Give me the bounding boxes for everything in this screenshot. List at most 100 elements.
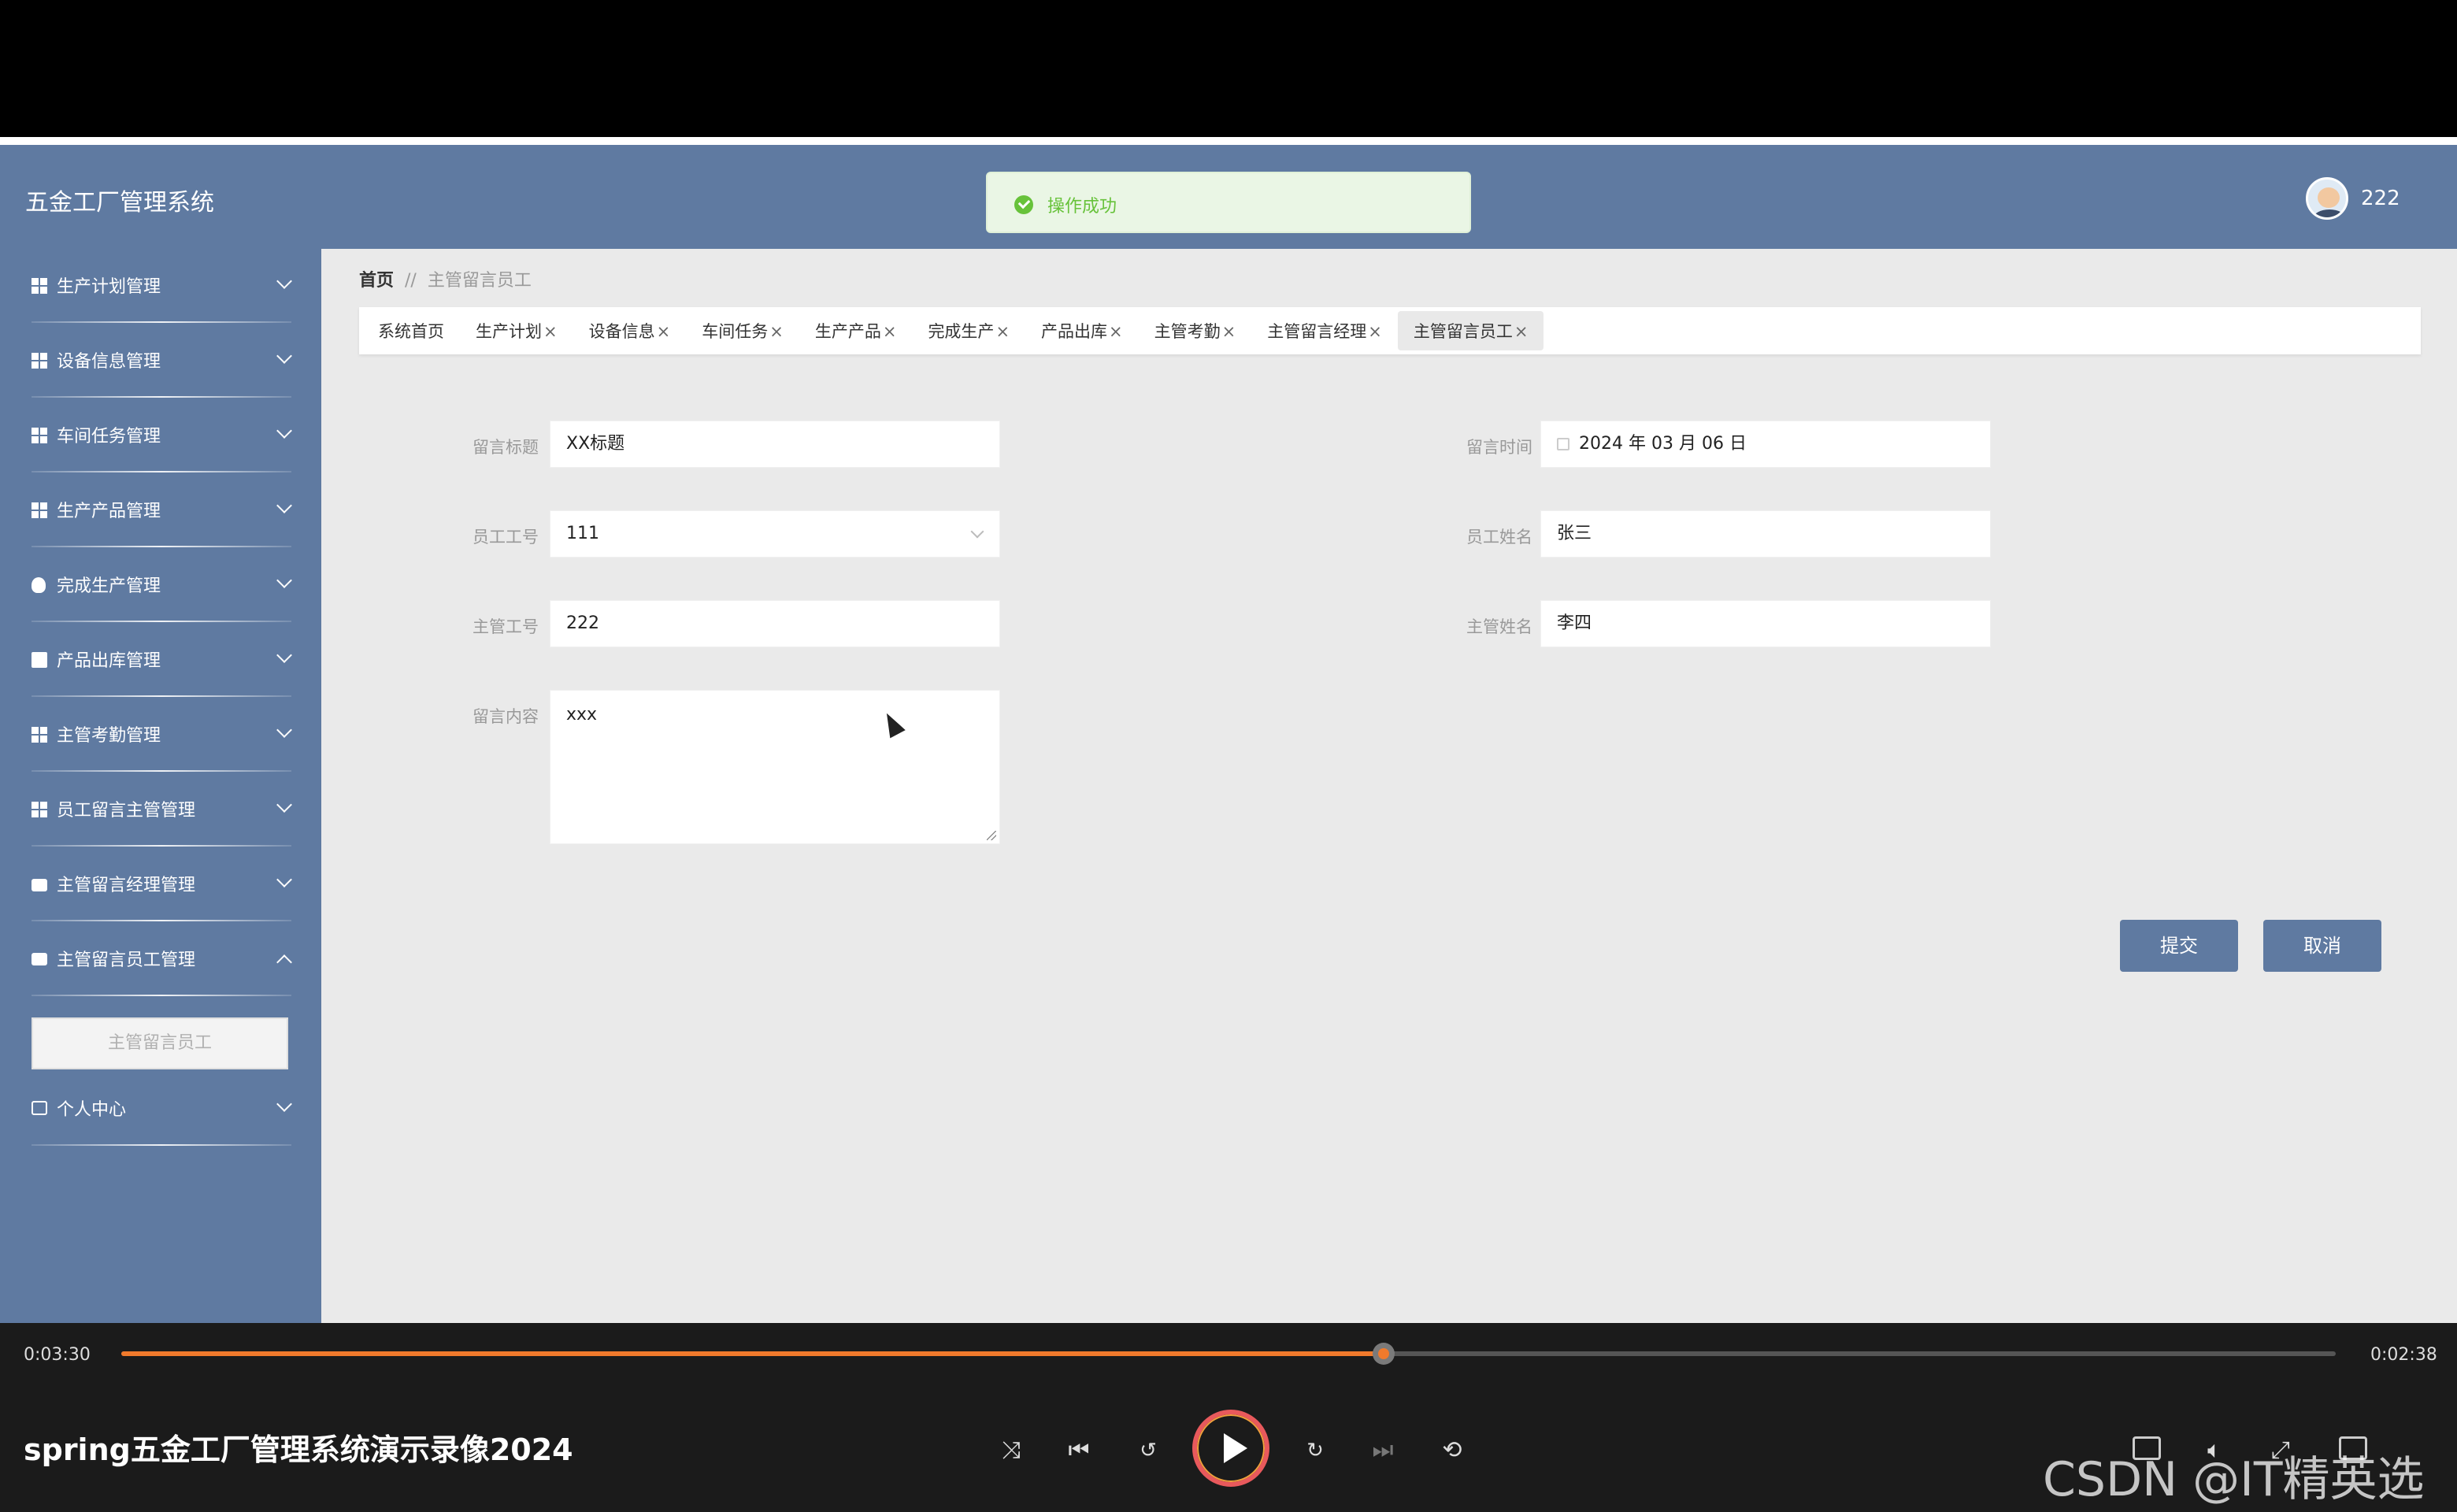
chevron-down-icon	[970, 524, 984, 539]
submenu-item-supervisor-messages[interactable]: 主管留言员工	[32, 1017, 288, 1069]
tab-label: 主管考勤	[1154, 322, 1221, 341]
tab-label: 主管留言员工	[1413, 322, 1513, 341]
check-circle-icon	[1014, 195, 1033, 214]
tab-completed-production[interactable]: 完成生产×	[928, 319, 1010, 343]
rewind-10-icon[interactable]: ↺	[1132, 1435, 1164, 1466]
shuffle-icon[interactable]: ⤨	[995, 1435, 1027, 1466]
avatar[interactable]	[2306, 177, 2348, 220]
close-icon[interactable]: ×	[1222, 322, 1236, 341]
sidebar-item-supervisor-messages[interactable]: 主管留言员工管理	[0, 922, 321, 996]
toast-message: 操作成功	[1047, 197, 1117, 217]
content-value: xxx	[566, 705, 598, 724]
close-icon[interactable]: ×	[543, 322, 558, 341]
sidebar-item-workshop-tasks[interactable]: 车间任务管理	[0, 398, 321, 472]
breadcrumb-home[interactable]: 首页	[359, 271, 394, 291]
close-icon[interactable]: ×	[657, 322, 671, 341]
close-icon[interactable]: ×	[769, 322, 784, 341]
sidebar-item-attendance[interactable]: 主管考勤管理	[0, 698, 321, 772]
cancel-button[interactable]: 取消	[2263, 920, 2381, 972]
divider	[32, 621, 291, 622]
close-icon[interactable]: ×	[995, 322, 1010, 341]
content-textarea[interactable]: xxx	[550, 690, 1000, 844]
divider	[32, 471, 291, 472]
tab-products[interactable]: 生产产品×	[815, 319, 897, 343]
video-player-controls: 0:03:30 0:02:38 spring五金工厂管理系统演示录像2024 ⤨…	[0, 1323, 2457, 1512]
tab-attendance[interactable]: 主管考勤×	[1154, 319, 1236, 343]
sidebar-item-employee-messages[interactable]: 员工留言主管管理	[0, 773, 321, 847]
sidebar-item-completed-production[interactable]: 完成生产管理	[0, 548, 321, 622]
elapsed-time: 0:03:30	[24, 1345, 91, 1365]
grid-icon	[32, 428, 47, 443]
divider	[32, 995, 291, 996]
video-title: spring五金工厂管理系统演示录像2024	[24, 1432, 573, 1467]
tab-equipment[interactable]: 设备信息×	[589, 319, 671, 343]
chevron-down-icon	[276, 498, 292, 513]
close-icon[interactable]: ×	[1514, 322, 1529, 341]
tab-supervisor-messages[interactable]: 主管留言员工×	[1397, 311, 1544, 350]
sidebar-item-products[interactable]: 生产产品管理	[0, 473, 321, 547]
progress-bar[interactable]	[121, 1343, 2336, 1365]
briefcase-icon	[32, 879, 47, 891]
next-icon[interactable]: ⏭	[1367, 1435, 1399, 1466]
tab-label: 车间任务	[702, 322, 769, 341]
resize-handle[interactable]	[987, 831, 996, 840]
emp-no-select[interactable]: 111	[550, 510, 1000, 558]
sidebar-item-label: 个人中心	[57, 1100, 127, 1120]
previous-icon[interactable]: ⏮	[1063, 1435, 1095, 1466]
title-label: 留言标题	[472, 438, 539, 457]
tab-home[interactable]: 系统首页	[378, 319, 444, 343]
tab-production-plan[interactable]: 生产计划×	[476, 319, 558, 343]
sidebar-item-label: 产品出库管理	[57, 651, 161, 671]
letterbox-top	[0, 0, 2457, 137]
progress-thumb[interactable]	[1372, 1343, 1395, 1365]
time-date-picker[interactable]: 2024 年 03 月 06 日	[1540, 421, 1991, 468]
chevron-down-icon	[276, 872, 292, 888]
divider	[32, 396, 291, 398]
repeat-off-icon[interactable]: ⟲	[1436, 1435, 1468, 1466]
mgr-no-input[interactable]: 222	[550, 600, 1000, 647]
chevron-down-icon	[276, 273, 292, 289]
sidebar-item-outbound[interactable]: 产品出库管理	[0, 623, 321, 697]
chat-icon	[32, 953, 47, 965]
progress-fill	[121, 1351, 1384, 1356]
user-menu[interactable]: 222	[2306, 176, 2400, 220]
breadcrumb-separator: //	[405, 271, 417, 291]
emp-name-input[interactable]: 张三	[1540, 510, 1991, 558]
lightbulb-icon	[32, 577, 46, 593]
sidebar-item-production-plan[interactable]: 生产计划管理	[0, 249, 321, 323]
forward-30-icon[interactable]: ↻	[1299, 1435, 1331, 1466]
tab-manager-messages[interactable]: 主管留言经理×	[1267, 319, 1382, 343]
submit-button[interactable]: 提交	[2120, 920, 2238, 972]
tab-outbound[interactable]: 产品出库×	[1041, 319, 1123, 343]
close-icon[interactable]: ×	[1368, 322, 1382, 341]
sidebar-item-manager-messages[interactable]: 主管留言经理管理	[0, 847, 321, 921]
tab-label: 系统首页	[378, 322, 444, 341]
tab-label: 生产计划	[476, 322, 542, 341]
app-root: 五金工厂管理系统 操作成功 222 生产计划管理 设备信息管理 车间任务管理 生…	[0, 0, 2457, 1512]
title-input[interactable]: XX标题	[550, 421, 1000, 468]
close-icon[interactable]: ×	[883, 322, 897, 341]
chevron-down-icon	[276, 423, 292, 439]
sidebar-item-label: 生产计划管理	[57, 277, 161, 297]
sidebar-item-profile[interactable]: 个人中心	[0, 1072, 321, 1146]
play-button[interactable]	[1192, 1410, 1269, 1487]
emp-no-value: 111	[566, 524, 599, 543]
grid-icon	[32, 502, 47, 518]
mgr-name-input[interactable]: 李四	[1540, 600, 1991, 647]
divider	[32, 546, 291, 547]
divider	[32, 845, 291, 847]
tab-workshop-tasks[interactable]: 车间任务×	[702, 319, 784, 343]
tab-label: 生产产品	[814, 322, 881, 341]
username[interactable]: 222	[2361, 187, 2400, 210]
remaining-time: 0:02:38	[2370, 1345, 2437, 1365]
app-brand: 五金工厂管理系统	[25, 189, 214, 217]
tab-label: 主管留言经理	[1267, 322, 1367, 341]
sidebar-item-equipment[interactable]: 设备信息管理	[0, 324, 321, 398]
breadcrumb-current: 主管留言员工	[427, 271, 532, 291]
close-icon[interactable]: ×	[1109, 322, 1123, 341]
sidebar: 生产计划管理 设备信息管理 车间任务管理 生产产品管理 完成生产管理 产品出库管…	[0, 249, 321, 1323]
tab-label: 设备信息	[588, 322, 655, 341]
chevron-down-icon	[276, 647, 292, 663]
watermark: CSDN @IT精英选手	[2043, 1452, 2425, 1507]
divider	[32, 321, 291, 323]
